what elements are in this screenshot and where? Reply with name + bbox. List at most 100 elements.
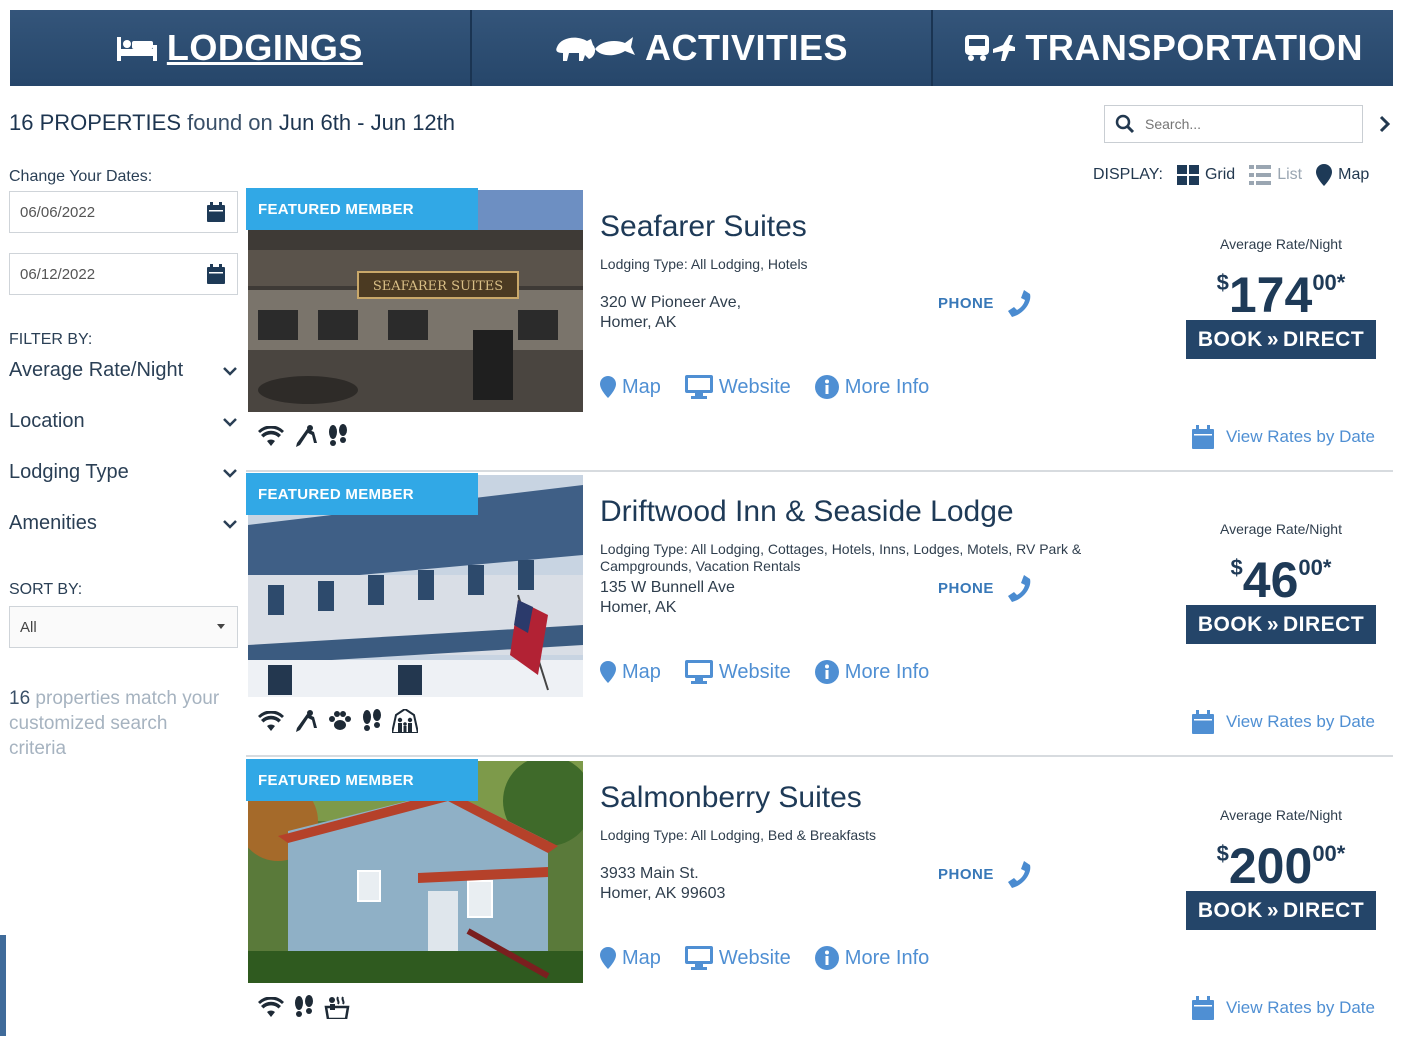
book-direct-button[interactable]: BOOK» DIRECT (1186, 891, 1376, 930)
book-arrows: » (1266, 898, 1279, 922)
family-icon (392, 709, 418, 733)
phone-label: PHONE (938, 865, 994, 883)
website-link[interactable]: Website (684, 946, 791, 970)
book-arrows: » (1266, 612, 1279, 636)
map-pin-icon (600, 661, 616, 683)
address-line: 3933 Main St. (600, 865, 699, 882)
book-label: BOOK (1197, 612, 1263, 636)
chevron-right-icon[interactable] (1378, 114, 1392, 134)
search-input[interactable] (1145, 116, 1345, 132)
more-info-link[interactable]: More Info (814, 375, 929, 399)
match-count: 16 (9, 688, 31, 709)
listing-card: FEATURED MEMBER Driftwood Inn & Seaside … (246, 473, 1393, 757)
phone-icon (1007, 861, 1031, 888)
ski-icon (296, 710, 317, 732)
phone-button[interactable]: PHONE (938, 859, 1032, 889)
property-name[interactable]: Driftwood Inn & Seaside Lodge (600, 495, 1014, 529)
view-rates-link[interactable]: View Rates by Date (1192, 425, 1375, 449)
filter-by-label: FILTER BY: (9, 331, 93, 348)
website-link[interactable]: Website (684, 375, 791, 399)
divider (246, 755, 1393, 757)
map-pin-icon (600, 376, 616, 398)
more-info-link[interactable]: More Info (814, 946, 929, 970)
address-line: Homer, AK (600, 599, 677, 616)
lodging-type: Lodging Type: All Lodging, Bed & Breakfa… (600, 827, 877, 843)
website-link-label: Website (718, 946, 791, 969)
monitor-icon (684, 946, 713, 970)
property-name[interactable]: Seafarer Suites (600, 210, 807, 244)
featured-member-badge: FEATURED MEMBER (246, 759, 478, 801)
match-note: 16 properties match your customized sear… (9, 686, 229, 761)
calendar-icon (1192, 996, 1214, 1020)
tab-label: ACTIVITIES (644, 27, 849, 68)
amenities-icons (258, 709, 418, 733)
property-address: 320 W Pioneer Ave, Homer, AK (600, 293, 741, 333)
filter-label: Location (9, 410, 85, 432)
book-direct-button[interactable]: BOOK» DIRECT (1186, 605, 1376, 644)
map-pin-icon (600, 947, 616, 969)
filter-label: Lodging Type (9, 461, 129, 483)
rate-label: Average Rate/Night (1220, 521, 1342, 537)
phone-button[interactable]: PHONE (938, 288, 1032, 318)
tab-transportation[interactable]: TRANSPORTATION (931, 10, 1394, 86)
rate-label: Average Rate/Night (1220, 236, 1342, 252)
grid-icon (1176, 165, 1199, 185)
display-list-button[interactable]: List (1249, 165, 1302, 185)
featured-member-badge: FEATURED MEMBER (246, 188, 478, 230)
filter-amenities[interactable]: Amenities (9, 512, 238, 535)
tab-lodgings[interactable]: LODGINGS (10, 10, 470, 86)
direct-label: DIRECT (1283, 327, 1365, 351)
window-edge (0, 935, 6, 1036)
chevron-down-icon (223, 417, 237, 427)
wifi-icon (258, 997, 284, 1017)
map-link[interactable]: Map (600, 376, 661, 399)
info-icon (814, 946, 839, 970)
price: $17400* (1186, 256, 1376, 322)
book-direct-button[interactable]: BOOK» DIRECT (1186, 320, 1376, 359)
rate-block: Average Rate/Night $20000* (1186, 807, 1376, 893)
direct-label: DIRECT (1283, 898, 1365, 922)
map-link[interactable]: Map (600, 661, 661, 684)
view-rates-link[interactable]: View Rates by Date (1192, 996, 1375, 1020)
filter-label: Amenities (9, 512, 97, 534)
display-toggle: DISPLAY: Grid List Map (1093, 160, 1369, 190)
map-link-label: Map (622, 946, 661, 969)
more-info-link[interactable]: More Info (814, 660, 929, 684)
results-summary: 16 PROPERTIES found on Jun 6th - Jun 12t… (9, 110, 455, 136)
map-pin-icon (1316, 164, 1333, 186)
property-name[interactable]: Salmonberry Suites (600, 781, 862, 815)
tab-activities[interactable]: ACTIVITIES (469, 10, 932, 86)
list-icon (1249, 165, 1272, 185)
view-rates-link[interactable]: View Rates by Date (1192, 710, 1375, 734)
listing-card: SEAFARER SUITES FEATURED MEMBER Seafarer… (246, 188, 1393, 472)
book-label: BOOK (1197, 898, 1263, 922)
filter-location[interactable]: Location (9, 410, 238, 433)
direct-label: DIRECT (1283, 612, 1365, 636)
phone-button[interactable]: PHONE (938, 573, 1032, 603)
listing-links: Map Website More Info (600, 375, 929, 399)
sort-select[interactable]: All (9, 606, 238, 648)
map-link[interactable]: Map (600, 947, 661, 970)
filter-lodging-type[interactable]: Lodging Type (9, 461, 238, 484)
monitor-icon (684, 375, 713, 399)
divider (246, 470, 1393, 472)
phone-label: PHONE (938, 294, 994, 312)
address-line: Homer, AK (600, 314, 677, 331)
filter-average-rate[interactable]: Average Rate/Night (9, 359, 238, 382)
start-date-field[interactable]: 06/06/2022 (9, 191, 238, 233)
wifi-icon (258, 426, 284, 446)
website-link[interactable]: Website (684, 660, 791, 684)
display-map-button[interactable]: Map (1316, 164, 1369, 186)
calendar-icon[interactable] (207, 202, 225, 222)
tab-label: TRANSPORTATION (1025, 27, 1363, 68)
address-line: Homer, AK 99603 (600, 885, 726, 902)
calendar-icon[interactable] (207, 264, 225, 284)
filter-label: Average Rate/Night (9, 359, 184, 381)
display-list-label: List (1277, 166, 1303, 183)
featured-member-badge: FEATURED MEMBER (246, 473, 478, 515)
display-grid-button[interactable]: Grid (1176, 165, 1235, 185)
chevron-down-icon (223, 519, 237, 529)
top-navigation: LODGINGS ACTIVITIES TRANSPORTATION (10, 10, 1394, 86)
rate-label: Average Rate/Night (1220, 807, 1342, 823)
end-date-field[interactable]: 06/12/2022 (9, 253, 238, 295)
